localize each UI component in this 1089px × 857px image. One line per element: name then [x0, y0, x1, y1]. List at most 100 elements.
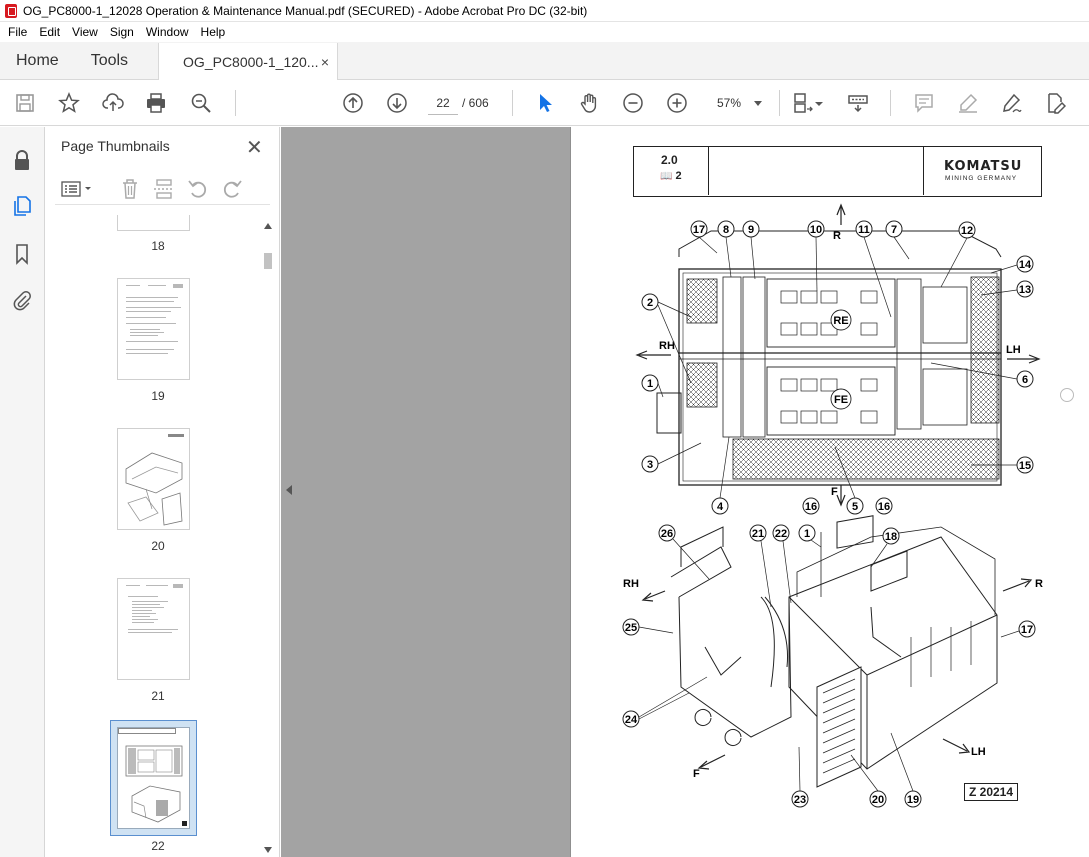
svg-text:11: 11: [858, 224, 870, 236]
page-number-input[interactable]: 22: [428, 91, 458, 115]
svg-text:13: 13: [1019, 284, 1031, 296]
thumbnail-label: 21: [151, 689, 165, 703]
previous-page-icon[interactable]: [341, 91, 365, 115]
technical-drawing: RE FE R RH LH F 17 8 9 10 11 7 121413 26…: [622, 203, 1043, 808]
upload-cloud-icon[interactable]: [101, 91, 125, 115]
tab-close-icon[interactable]: ×: [321, 54, 329, 70]
chevron-down-icon: [754, 101, 762, 106]
zoom-search-icon[interactable]: [189, 91, 213, 115]
page-thumbnail[interactable]: [117, 428, 190, 530]
main-toolbar: [0, 80, 1089, 126]
figure-id: Z 20214: [964, 783, 1019, 801]
svg-text:17: 17: [1021, 624, 1033, 636]
tab-home[interactable]: Home: [0, 42, 75, 79]
menu-view[interactable]: View: [66, 22, 104, 42]
thumbnail-label: 22: [151, 839, 165, 853]
svg-text:6: 6: [1022, 374, 1028, 386]
window-title: OG_PC8000-1_12028 Operation & Maintenanc…: [23, 3, 588, 18]
menu-sign[interactable]: Sign: [104, 22, 140, 42]
page-fit-dropdown-icon[interactable]: [813, 91, 825, 115]
acrobat-app-icon: [5, 3, 17, 18]
menu-bar: File Edit View Sign Window Help: [0, 22, 1089, 42]
page-fit-icon[interactable]: [791, 91, 815, 115]
hand-tool-icon[interactable]: [577, 91, 601, 115]
tab-document[interactable]: OG_PC8000-1_120... ×: [158, 43, 339, 81]
attachments-icon[interactable]: [10, 288, 34, 312]
scrollbar-thumb[interactable]: [264, 253, 272, 269]
bookmark-star-icon[interactable]: [57, 91, 81, 115]
next-page-icon[interactable]: [385, 91, 409, 115]
svg-text:16: 16: [878, 501, 890, 513]
menu-window[interactable]: Window: [140, 22, 195, 42]
tab-bar: Home Tools OG_PC8000-1_120... ×: [0, 42, 1089, 81]
rotate-left-icon[interactable]: [186, 177, 210, 201]
close-panel-icon[interactable]: ✕: [246, 135, 263, 160]
zoom-level-select[interactable]: 57%: [708, 91, 768, 115]
f-direction-label: F: [831, 486, 838, 498]
thumbnail-options-button[interactable]: [60, 178, 94, 200]
scroll-up-arrow-icon[interactable]: [264, 223, 272, 229]
fe-label: FE: [834, 394, 848, 406]
page-edge-marker: [1060, 388, 1074, 402]
left-navigation-rail: [0, 127, 45, 857]
rotate-right-icon[interactable]: [220, 177, 244, 201]
highlight-pen-icon[interactable]: [956, 91, 980, 115]
thumbnail-list: 18 19 20 21 22: [55, 215, 261, 855]
svg-text:15: 15: [1019, 460, 1031, 472]
top-view-drawing: RE FE R RH LH F: [635, 203, 1041, 507]
r-direction-label: R: [833, 230, 841, 242]
lock-icon[interactable]: [10, 148, 34, 172]
svg-text:19: 19: [907, 794, 919, 806]
lh-direction-label: LH: [1006, 344, 1021, 356]
toolbar-separator: [779, 90, 780, 116]
comment-icon[interactable]: [912, 91, 936, 115]
collapse-panel-arrow-icon[interactable]: [286, 485, 292, 495]
menu-help[interactable]: Help: [195, 22, 232, 42]
page-thumbnail[interactable]: [117, 215, 190, 231]
svg-text:24: 24: [625, 714, 638, 726]
thumbnail-scrollbar[interactable]: [261, 219, 275, 857]
toolbar-separator: [235, 90, 236, 116]
svg-text:10: 10: [810, 224, 822, 236]
isometric-view-drawing: [670, 515, 998, 788]
page-thumbnail[interactable]: [117, 278, 190, 380]
bookmarks-icon[interactable]: [10, 242, 34, 266]
svg-text:2: 2: [647, 297, 653, 309]
menu-file[interactable]: File: [2, 22, 33, 42]
scroll-down-arrow-icon[interactable]: [264, 847, 272, 853]
svg-text:5: 5: [852, 501, 858, 513]
zoom-in-icon[interactable]: [665, 91, 689, 115]
r-iso-label: R: [1035, 578, 1043, 590]
delete-page-icon[interactable]: [118, 177, 142, 201]
svg-text:17: 17: [693, 224, 705, 236]
svg-text:18: 18: [885, 531, 897, 543]
svg-text:26: 26: [661, 528, 673, 540]
svg-text:7: 7: [891, 224, 897, 236]
menu-edit[interactable]: Edit: [33, 22, 66, 42]
svg-text:23: 23: [794, 794, 806, 806]
select-cursor-icon[interactable]: [533, 91, 557, 115]
extract-page-icon[interactable]: [152, 177, 176, 201]
page-thumbnail-selected[interactable]: [110, 720, 197, 836]
zoom-level-value: 57%: [717, 96, 742, 110]
pdf-page: 2.0 📖 2 KOMATSU MINING GERMANY RE FE R R…: [570, 127, 1089, 857]
svg-text:25: 25: [625, 622, 637, 634]
svg-text:1: 1: [647, 378, 653, 390]
page-thumbnail[interactable]: [117, 578, 190, 680]
svg-text:3: 3: [647, 459, 653, 471]
save-icon[interactable]: [13, 91, 37, 115]
thumbnail-label: 20: [151, 539, 165, 553]
zoom-out-icon[interactable]: [621, 91, 645, 115]
thumbnail-label: 19: [151, 389, 165, 403]
export-edit-icon[interactable]: [1043, 91, 1067, 115]
svg-text:9: 9: [748, 224, 754, 236]
sign-pen-icon[interactable]: [1000, 91, 1024, 115]
toolbar-separator: [512, 90, 513, 116]
keyboard-tools-icon[interactable]: [846, 91, 870, 115]
page-thumbnails-icon[interactable]: [10, 194, 34, 218]
panel-title: Page Thumbnails: [61, 138, 170, 154]
print-icon[interactable]: [144, 91, 168, 115]
lh-iso-label: LH: [971, 746, 986, 758]
svg-text:4: 4: [717, 501, 724, 513]
tab-tools[interactable]: Tools: [75, 42, 144, 79]
